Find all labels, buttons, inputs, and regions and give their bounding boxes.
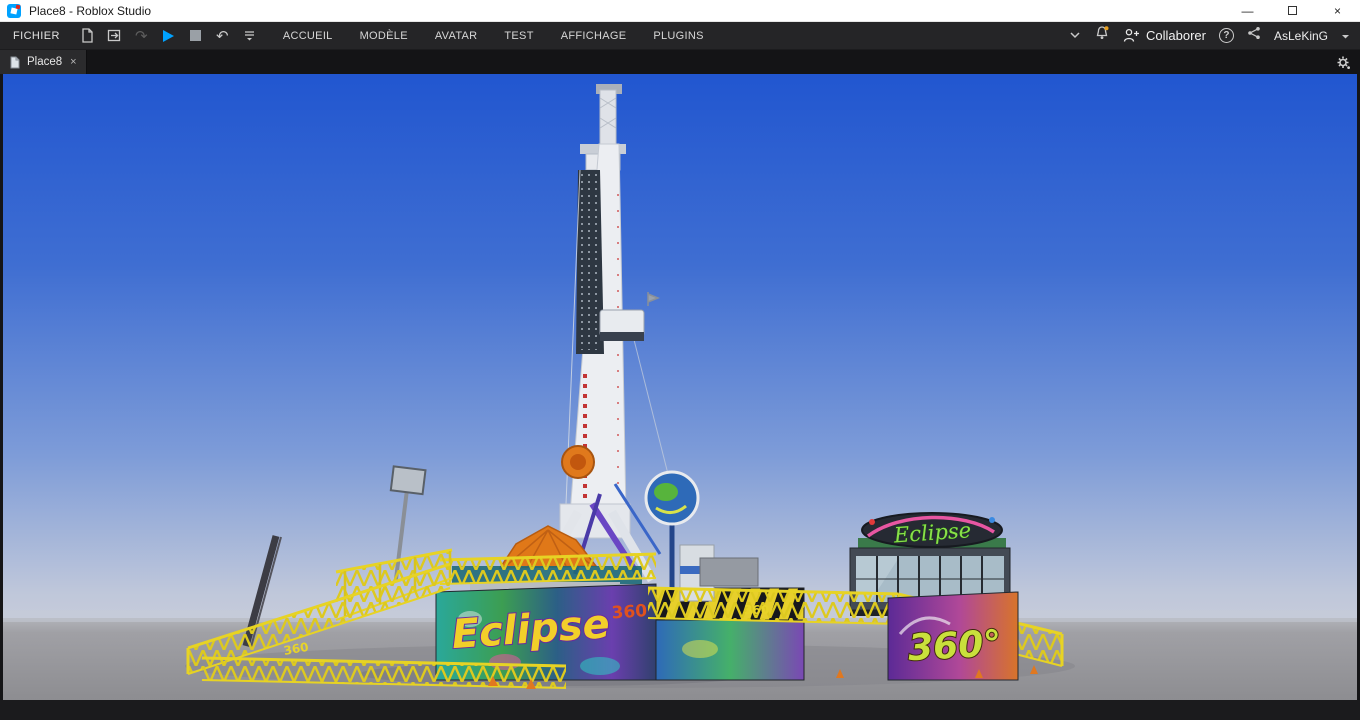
- sky: [0, 74, 1360, 620]
- tab-close-icon[interactable]: ×: [70, 56, 76, 68]
- document-tabbar: Place8 ×: [0, 50, 1360, 74]
- chevron-down-icon[interactable]: [1069, 27, 1081, 45]
- close-button[interactable]: ×: [1315, 0, 1360, 21]
- redo-button-icon[interactable]: ↷: [128, 22, 155, 50]
- user-caret-down-icon[interactable]: [1341, 27, 1350, 45]
- stop-button[interactable]: [182, 22, 209, 50]
- 3d-viewport[interactable]: Eclipse 360 Eclipse 360° 360 360: [0, 74, 1360, 700]
- help-icon[interactable]: ?: [1218, 28, 1234, 43]
- scene-canvas[interactable]: Eclipse 360 Eclipse 360° 360 360: [0, 74, 1360, 700]
- ribbon-menu-tabs: ACCUEIL MODÈLE AVATAR TEST AFFICHAGE PLU…: [283, 30, 704, 42]
- collaborate-button[interactable]: Collaborer: [1123, 28, 1206, 43]
- notification-bell-icon[interactable]: [1094, 25, 1110, 46]
- undo-button-icon[interactable]: ↶: [209, 22, 236, 50]
- new-file-icon[interactable]: [74, 22, 101, 50]
- titlebar: Place8 - Roblox Studio — ×: [0, 0, 1360, 22]
- stop-icon: [189, 30, 201, 41]
- window-title: Place8 - Roblox Studio: [29, 3, 152, 18]
- maximize-button[interactable]: [1270, 0, 1315, 21]
- person-plus-icon: [1123, 28, 1139, 42]
- roblox-studio-logo-icon: [6, 3, 22, 19]
- right-panel-number-text: 360°: [907, 623, 1002, 669]
- menu-tab-affichage[interactable]: AFFICHAGE: [561, 30, 627, 42]
- maximize-icon: [1288, 6, 1297, 15]
- tab-label: Place8: [27, 56, 63, 68]
- play-button[interactable]: [155, 22, 182, 50]
- file-menu-button[interactable]: FICHIER: [0, 30, 74, 42]
- menu-tab-accueil[interactable]: ACCUEIL: [283, 30, 333, 42]
- tab-document-icon: [10, 56, 20, 68]
- ribbon-bar: FICHIER ↷ ↶ ACCUEIL MODÈLE AVATAR TEST A…: [0, 22, 1360, 50]
- play-icon: [162, 29, 174, 42]
- base-number-text: 360: [611, 601, 648, 623]
- right-graffiti-panel[interactable]: 360°: [887, 591, 1019, 681]
- viewport-left-edge: [0, 74, 3, 700]
- minimize-button[interactable]: —: [1225, 0, 1270, 21]
- share-icon[interactable]: [1247, 26, 1261, 45]
- bottom-statusbar: [0, 700, 1360, 720]
- username-label[interactable]: AsLeKinG: [1274, 29, 1328, 43]
- fence-number-right-text: 360: [744, 603, 769, 617]
- menu-tab-modele[interactable]: MODÈLE: [360, 30, 408, 42]
- truss-fence-back[interactable]: [439, 552, 657, 585]
- menu-tab-test[interactable]: TEST: [504, 30, 533, 42]
- ribbon-right-cluster: Collaborer ? AsLeKinG: [1069, 25, 1360, 46]
- viewport-settings-gear-icon[interactable]: [1336, 50, 1360, 74]
- quick-access-menu-icon[interactable]: [236, 22, 263, 50]
- tab-place8[interactable]: Place8 ×: [0, 50, 87, 74]
- open-file-icon[interactable]: [101, 22, 128, 50]
- menu-tab-avatar[interactable]: AVATAR: [435, 30, 478, 42]
- collaborate-label: Collaborer: [1145, 28, 1206, 43]
- window-controls: — ×: [1225, 0, 1360, 21]
- menu-tab-plugins[interactable]: PLUGINS: [653, 30, 703, 42]
- speaker-box[interactable]: [699, 557, 759, 587]
